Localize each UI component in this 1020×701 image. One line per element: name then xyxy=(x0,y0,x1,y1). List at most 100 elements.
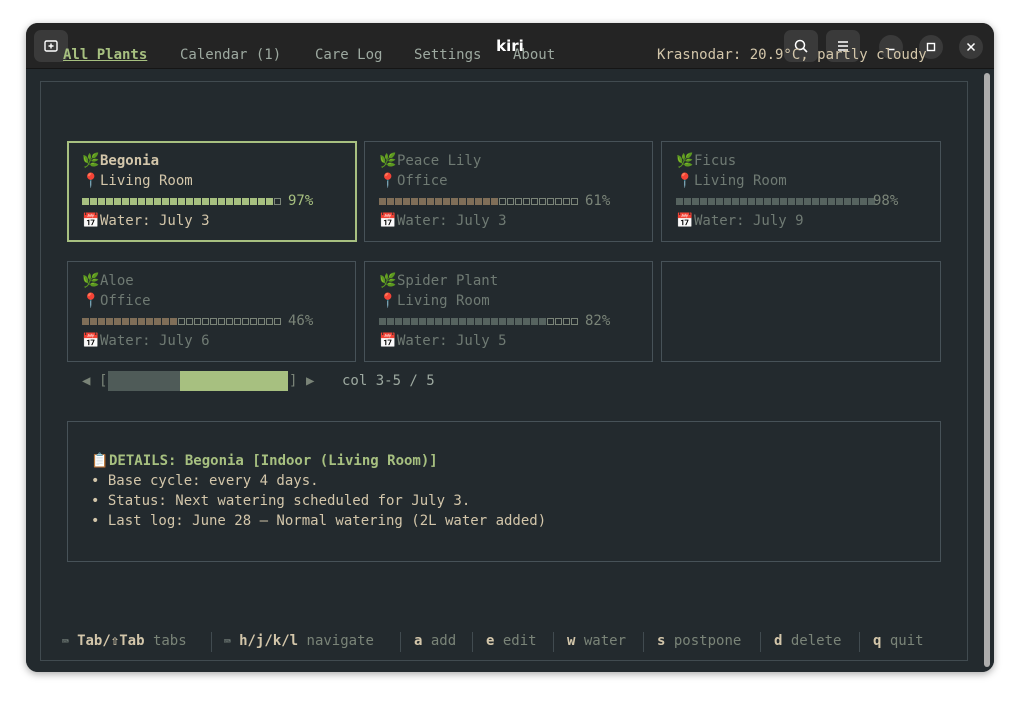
moisture-bar-segment xyxy=(202,318,209,325)
moisture-bar-segment xyxy=(387,318,394,325)
vertical-scrollbar[interactable] xyxy=(984,73,990,667)
card-location-row: 📍Living Room xyxy=(82,171,193,191)
footer-key: q xyxy=(873,633,882,649)
plant-name: Spider Plant xyxy=(397,273,499,289)
moisture-bar-segment xyxy=(274,198,281,205)
footer-hint-water[interactable]: w water xyxy=(567,631,626,651)
tab-all-plants[interactable]: All Plants xyxy=(63,45,147,65)
moisture-bar-segment xyxy=(708,198,715,205)
tab-care-log[interactable]: Care Log xyxy=(315,45,382,65)
footer-separator xyxy=(859,632,860,652)
moisture-bar-segment xyxy=(138,318,145,325)
details-title: DETAILS: Begonia [Indoor (Living Room)] xyxy=(109,453,438,469)
moisture-bar-segment xyxy=(274,318,281,325)
moisture-bar-segment xyxy=(700,198,707,205)
moisture-bar-segment xyxy=(234,198,241,205)
moisture-bar-segment xyxy=(435,198,442,205)
moisture-bar-segment xyxy=(106,198,113,205)
moisture-bar-segment xyxy=(130,198,137,205)
card-name-row: 🌿Aloe xyxy=(82,271,134,291)
footer-key: d xyxy=(774,633,783,649)
horizontal-scroll-thumb[interactable] xyxy=(180,371,288,391)
footer-hint-postpone[interactable]: s postpone xyxy=(657,631,741,651)
moisture-bar-segment xyxy=(860,198,867,205)
calendar-icon: 📅 xyxy=(379,213,397,229)
card-water-row: 📅Water: July 3 xyxy=(379,211,507,231)
moisture-bar-segment xyxy=(250,318,257,325)
moisture-bar-segment xyxy=(122,318,129,325)
tab-settings[interactable]: Settings xyxy=(414,45,481,65)
details-line: • Last log: June 28 — Normal watering (2… xyxy=(91,513,547,529)
moisture-bar-segment xyxy=(563,198,570,205)
footer-desc: water xyxy=(583,633,627,649)
location-pin-icon: 📍 xyxy=(82,293,100,309)
moisture-bar-segment xyxy=(499,318,506,325)
moisture-bar-segment xyxy=(547,198,554,205)
footer-hint-add[interactable]: a add xyxy=(414,631,456,651)
moisture-bar-segment xyxy=(138,198,145,205)
moisture-bar-segment xyxy=(427,198,434,205)
moisture-bar-segment xyxy=(523,318,530,325)
footer-desc: quit xyxy=(889,633,924,649)
scroll-right-arrow-icon[interactable]: ▶ xyxy=(306,371,314,391)
moisture-bar-segment xyxy=(732,198,739,205)
details-line: • Base cycle: every 4 days. xyxy=(91,473,319,489)
card-location-row: 📍Office xyxy=(379,171,448,191)
moisture-bar-segment xyxy=(716,198,723,205)
moisture-bar-segment xyxy=(756,198,763,205)
moisture-bar-segment xyxy=(491,198,498,205)
plant-location: Living Room xyxy=(100,173,193,189)
moisture-bar-segment xyxy=(395,198,402,205)
close-icon xyxy=(966,42,976,52)
moisture-bar-segment xyxy=(210,318,217,325)
footer-separator xyxy=(472,632,473,652)
calendar-icon: 📅 xyxy=(82,213,100,229)
moisture-bar-segment xyxy=(451,198,458,205)
footer-hint-delete[interactable]: d delete xyxy=(774,631,841,651)
moisture-bar-segment xyxy=(419,198,426,205)
plant-name: Begonia xyxy=(100,153,160,169)
tab-calendar[interactable]: Calendar (1) xyxy=(180,45,281,65)
moisture-bar-segment xyxy=(531,198,538,205)
moisture-bar-segment xyxy=(162,198,169,205)
footer-hint-navigate[interactable]: ⌨ h/j/k/l navigate xyxy=(224,631,374,652)
close-button[interactable] xyxy=(959,35,983,59)
footer-hint-quit[interactable]: q quit xyxy=(873,631,924,651)
moisture-bar-segment xyxy=(507,198,514,205)
moisture-bar-segment xyxy=(547,318,554,325)
moisture-bar-segment xyxy=(379,318,386,325)
moisture-bar-segment xyxy=(451,318,458,325)
moisture-bar-segment xyxy=(539,198,546,205)
tab-about[interactable]: About xyxy=(513,45,555,65)
moisture-percent: 98% xyxy=(873,193,899,209)
moisture-bar-segment xyxy=(258,318,265,325)
card-name-row: 🌿Ficus xyxy=(676,151,736,171)
card-water-row: 📅Water: July 5 xyxy=(379,331,507,351)
moisture-bar-segment xyxy=(836,198,843,205)
moisture-bar-segment xyxy=(226,318,233,325)
moisture-bar-segment xyxy=(266,198,273,205)
moisture-bar-segment xyxy=(90,318,97,325)
footer-desc: add xyxy=(430,633,457,649)
footer-hint-edit[interactable]: e edit xyxy=(486,631,537,651)
card-name-row: 🌿Begonia xyxy=(82,151,159,171)
moisture-bar-segment xyxy=(379,198,386,205)
water-date: Water: July 5 xyxy=(397,333,507,349)
keyboard-icon: ⌨ xyxy=(62,635,69,648)
moisture-bar-segment xyxy=(154,198,161,205)
moisture-bar-segment xyxy=(98,198,105,205)
moisture-bar-segment xyxy=(419,318,426,325)
moisture-bar-segment xyxy=(523,198,530,205)
footer-hint-tabs[interactable]: ⌨ Tab/⇧Tab tabs xyxy=(62,631,187,652)
scroll-left-arrow-icon[interactable]: ◀ xyxy=(82,371,90,391)
moisture-bar-segment xyxy=(555,198,562,205)
moisture-bar xyxy=(82,318,281,325)
moisture-bar-segment xyxy=(82,198,89,205)
moisture-bar-segment xyxy=(740,198,747,205)
moisture-bar-segment xyxy=(90,198,97,205)
moisture-bar-segment xyxy=(395,318,402,325)
moisture-bar-segment xyxy=(676,198,683,205)
column-indicator: col 3-5 / 5 xyxy=(342,373,435,389)
moisture-bar-segment xyxy=(98,318,105,325)
moisture-bar-segment xyxy=(82,318,89,325)
